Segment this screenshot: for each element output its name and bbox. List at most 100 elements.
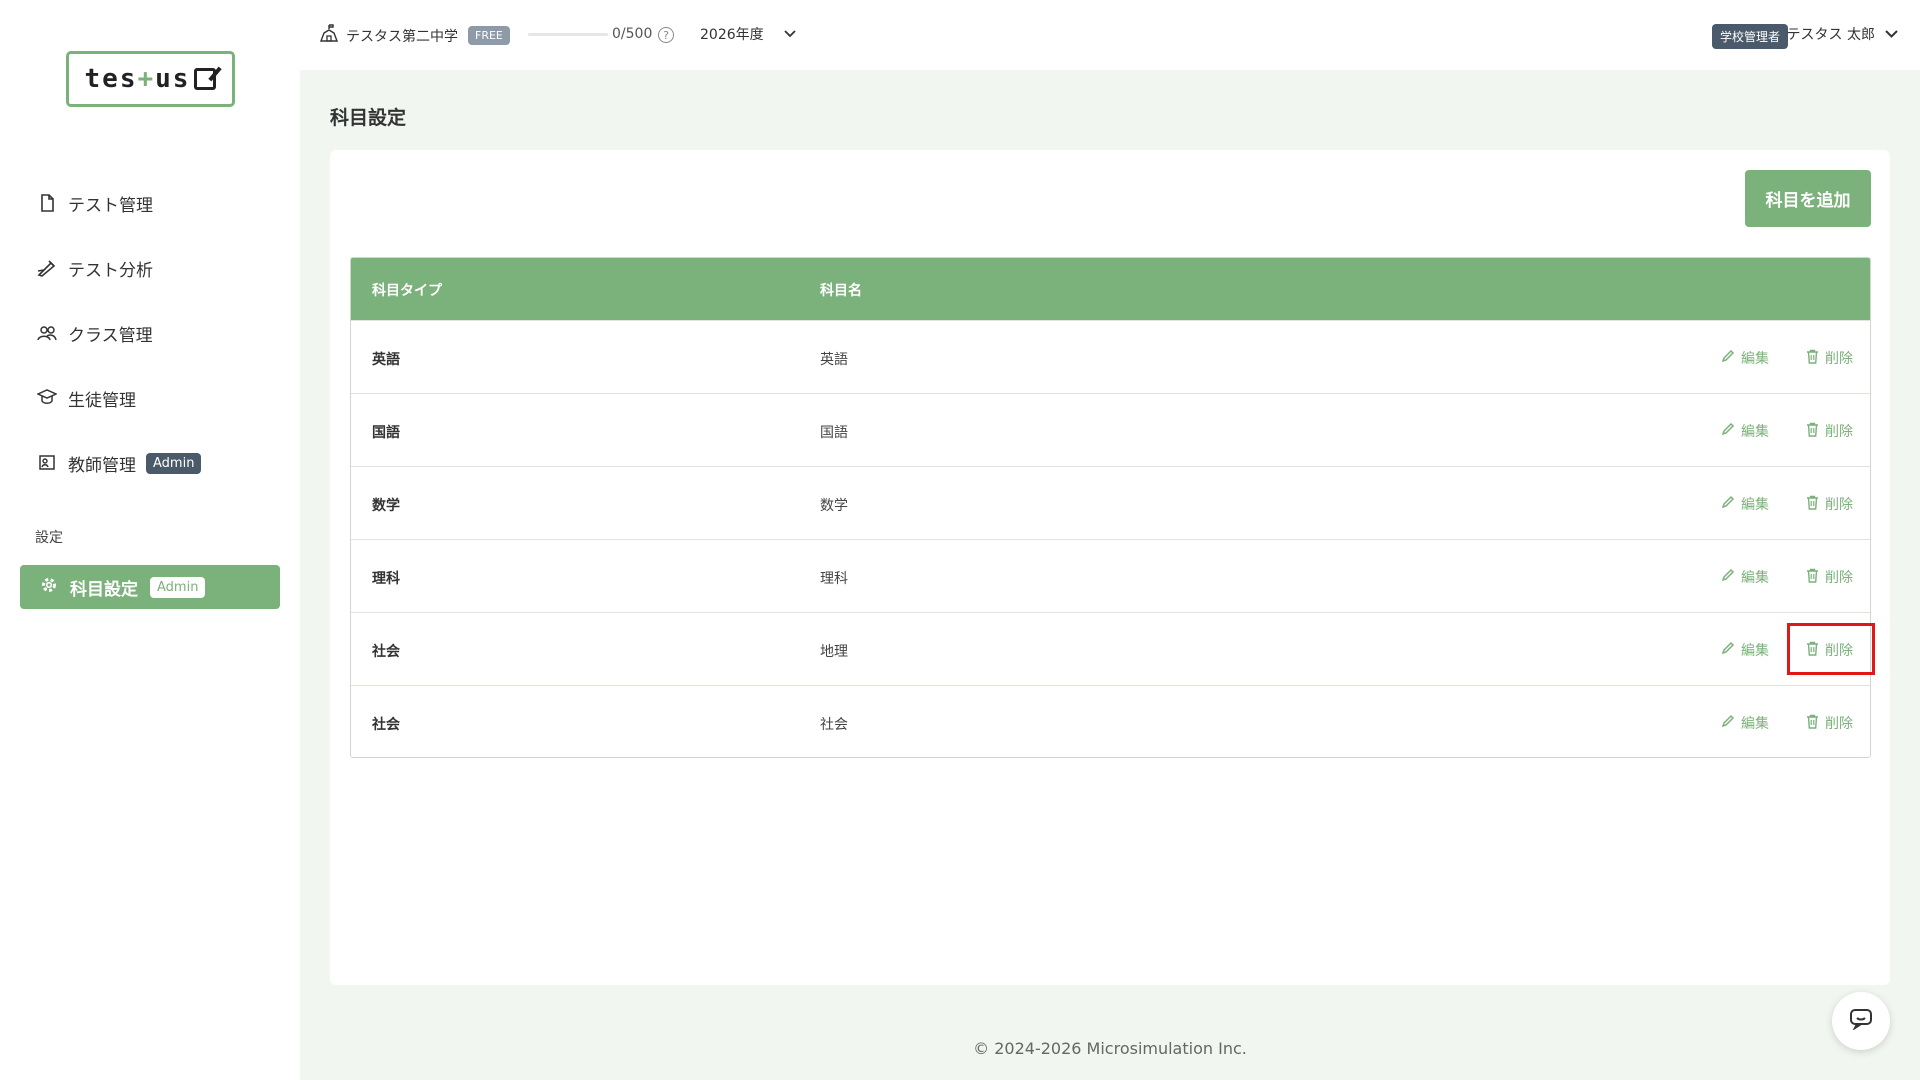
delete-button[interactable]: 削除 bbox=[1806, 421, 1853, 441]
sidebar-item-label: 生徒管理 bbox=[68, 390, 136, 411]
delete-button[interactable]: 削除 bbox=[1806, 713, 1853, 733]
trash-icon bbox=[1806, 568, 1819, 587]
subject-type-cell: 数学 bbox=[372, 498, 400, 514]
school-info: テスタス第二中学 FREE bbox=[319, 24, 510, 47]
subjects-table: 科目タイプ 科目名 英語 英語 編集 削除 国語 国語 編集 削除 数学 数学 編集 削除 理科 理科 編集… bbox=[350, 257, 1871, 758]
add-subject-button[interactable]: 科目を追加 bbox=[1745, 170, 1871, 227]
school-icon bbox=[319, 24, 339, 47]
logo-plus: + bbox=[137, 64, 156, 94]
delete-label: 削除 bbox=[1825, 643, 1853, 659]
table-row: 社会 社会 編集 削除 bbox=[351, 685, 1870, 757]
delete-label: 削除 bbox=[1825, 570, 1853, 586]
subject-type-cell: 英語 bbox=[372, 352, 400, 368]
edit-label: 編集 bbox=[1741, 716, 1769, 732]
table-row: 社会 地理 編集 削除 bbox=[351, 612, 1870, 685]
pencil-icon bbox=[1721, 568, 1735, 586]
admin-badge: Admin bbox=[146, 452, 202, 474]
subject-type-cell: 国語 bbox=[372, 425, 400, 441]
graduation-cap-icon bbox=[36, 387, 58, 409]
edit-button[interactable]: 編集 bbox=[1721, 348, 1769, 368]
sidebar-item-test-analysis[interactable]: テスト分析 bbox=[36, 253, 153, 283]
delete-label: 削除 bbox=[1825, 424, 1853, 440]
pencil-icon bbox=[1721, 495, 1735, 513]
subject-type-cell: 理科 bbox=[372, 571, 400, 587]
admin-badge: Admin bbox=[150, 576, 206, 598]
edit-label: 編集 bbox=[1741, 351, 1769, 367]
table-row: 数学 数学 編集 削除 bbox=[351, 466, 1870, 539]
trash-icon bbox=[1806, 714, 1819, 733]
column-header-subject-name: 科目名 bbox=[820, 283, 862, 299]
table-row: 国語 国語 編集 削除 bbox=[351, 393, 1870, 466]
trash-icon bbox=[1806, 495, 1819, 514]
usage-count: 0/500 bbox=[612, 26, 653, 42]
analysis-icon bbox=[36, 257, 58, 279]
footer-copyright: © 2024-2026 Microsimulation Inc. bbox=[973, 1039, 1247, 1058]
edit-button[interactable]: 編集 bbox=[1721, 713, 1769, 733]
edit-label: 編集 bbox=[1741, 424, 1769, 440]
users-icon bbox=[36, 322, 58, 344]
subject-name-cell: 理科 bbox=[820, 571, 848, 587]
trash-icon bbox=[1806, 422, 1819, 441]
user-name: テスタス 太郎 bbox=[1786, 27, 1875, 43]
column-header-subject-type: 科目タイプ bbox=[372, 283, 442, 299]
settings-section-label: 設定 bbox=[35, 530, 63, 546]
subject-name-cell: 国語 bbox=[820, 425, 848, 441]
pencil-icon bbox=[1721, 422, 1735, 440]
year-value: 2026年度 bbox=[700, 27, 764, 43]
gear-icon bbox=[40, 576, 58, 599]
top-header: テスタス第二中学 FREE 0/500 ? 2026年度 学校管理者 テスタス … bbox=[300, 0, 1920, 70]
edit-button[interactable]: 編集 bbox=[1721, 567, 1769, 587]
subject-name-cell: 数学 bbox=[820, 498, 848, 514]
role-badge: 学校管理者 bbox=[1711, 24, 1788, 49]
table-row: 理科 理科 編集 削除 bbox=[351, 539, 1870, 612]
sidebar: tes + us テスト管理 テスト分析 クラス管理 生徒管理 教師管理 Admin… bbox=[0, 0, 300, 1080]
plan-badge: FREE bbox=[468, 26, 510, 45]
chat-icon bbox=[1849, 1008, 1873, 1034]
subject-name-cell: 地理 bbox=[820, 644, 848, 660]
table-row: 英語 英語 編集 削除 bbox=[351, 320, 1870, 393]
delete-label: 削除 bbox=[1825, 351, 1853, 367]
edit-label: 編集 bbox=[1741, 570, 1769, 586]
trash-icon bbox=[1806, 349, 1819, 368]
chevron-down-icon bbox=[784, 27, 796, 41]
pencil-icon bbox=[1721, 714, 1735, 732]
sidebar-item-class-management[interactable]: クラス管理 bbox=[36, 318, 153, 348]
sidebar-item-student-management[interactable]: 生徒管理 bbox=[36, 383, 136, 413]
chevron-down-icon bbox=[1885, 27, 1898, 42]
sidebar-item-test-management[interactable]: テスト管理 bbox=[36, 188, 153, 218]
subject-type-cell: 社会 bbox=[372, 644, 400, 660]
sidebar-item-label: テスト管理 bbox=[68, 195, 153, 216]
edit-button[interactable]: 編集 bbox=[1721, 494, 1769, 514]
sidebar-item-subject-settings[interactable]: 科目設定 Admin bbox=[20, 565, 280, 609]
teacher-board-icon bbox=[36, 452, 58, 474]
edit-button[interactable]: 編集 bbox=[1721, 640, 1769, 660]
sidebar-item-label: 科目設定 bbox=[70, 579, 138, 600]
sidebar-item-label: 教師管理 bbox=[68, 455, 136, 476]
document-icon bbox=[36, 192, 58, 214]
trash-icon bbox=[1806, 641, 1819, 660]
help-icon[interactable]: ? bbox=[658, 27, 674, 43]
logo-text-right: us bbox=[155, 64, 191, 94]
chat-support-button[interactable] bbox=[1832, 992, 1890, 1050]
subject-type-cell: 社会 bbox=[372, 717, 400, 733]
sidebar-item-label: クラス管理 bbox=[68, 325, 153, 346]
delete-button[interactable]: 削除 bbox=[1806, 640, 1853, 660]
pencil-icon bbox=[1721, 641, 1735, 659]
school-name: テスタス第二中学 bbox=[346, 28, 458, 45]
sidebar-item-teacher-management[interactable]: 教師管理 Admin bbox=[36, 448, 202, 478]
edit-label: 編集 bbox=[1741, 497, 1769, 513]
edit-label: 編集 bbox=[1741, 643, 1769, 659]
delete-button[interactable]: 削除 bbox=[1806, 494, 1853, 514]
logo-edit-icon bbox=[194, 68, 217, 90]
logo-text-left: tes bbox=[84, 64, 138, 94]
pencil-icon bbox=[1721, 349, 1735, 367]
logo[interactable]: tes + us bbox=[66, 51, 235, 107]
year-select[interactable]: 2026年度 bbox=[700, 24, 796, 44]
edit-button[interactable]: 編集 bbox=[1721, 421, 1769, 441]
table-header: 科目タイプ 科目名 bbox=[351, 258, 1870, 320]
delete-label: 削除 bbox=[1825, 497, 1853, 513]
user-menu[interactable]: テスタス 太郎 bbox=[1787, 24, 1898, 44]
delete-button[interactable]: 削除 bbox=[1806, 567, 1853, 587]
subject-name-cell: 社会 bbox=[820, 717, 848, 733]
delete-button[interactable]: 削除 bbox=[1806, 348, 1853, 368]
